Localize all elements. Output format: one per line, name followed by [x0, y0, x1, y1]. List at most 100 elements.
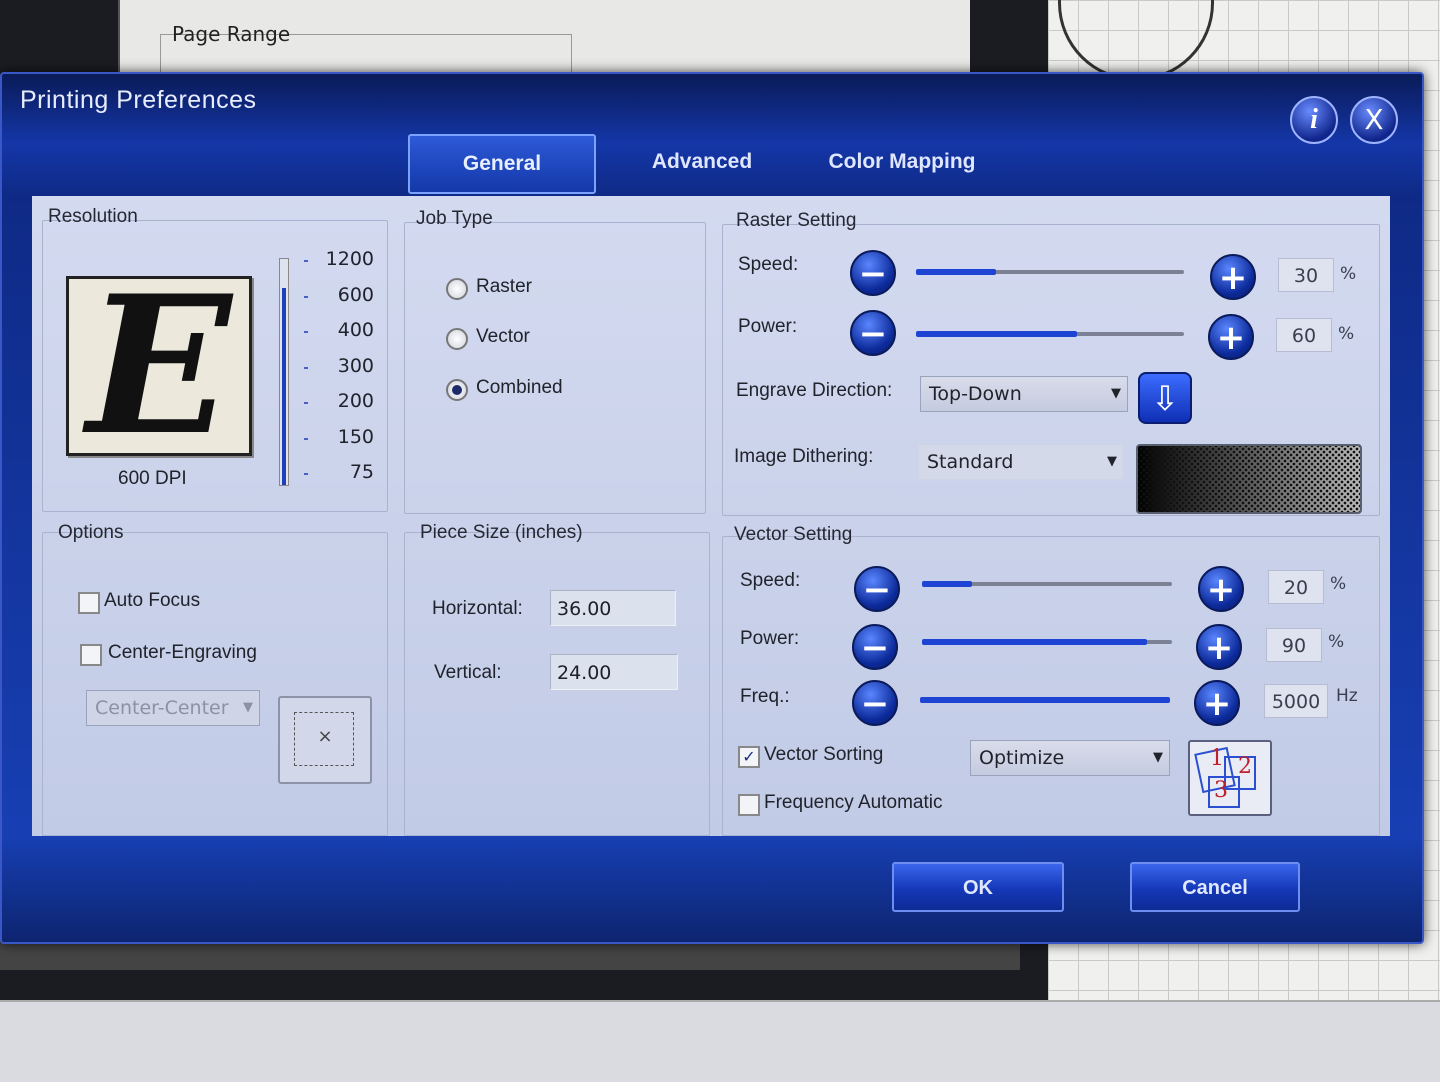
image-dithering-select[interactable]: Standard ▼	[918, 444, 1124, 480]
vector-freq-unit: Hz	[1336, 686, 1358, 706]
printing-preferences-dialog: Printing Preferences i X General Advance…	[0, 72, 1424, 944]
frequency-automatic-label: Frequency Automatic	[764, 792, 943, 813]
raster-power-minus-button[interactable]: −	[850, 310, 896, 356]
vector-sorting-value: Optimize	[979, 747, 1065, 769]
piece-size-label: Piece Size (inches)	[420, 522, 583, 543]
raster-speed-slider[interactable]	[916, 269, 1184, 275]
resolution-level-75[interactable]: 75	[314, 461, 374, 483]
vector-power-minus-button[interactable]: −	[852, 624, 898, 670]
resolution-tick	[304, 402, 308, 404]
tab-advanced[interactable]: Advanced	[622, 134, 782, 190]
vector-power-slider-fill	[922, 639, 1147, 645]
horizontal-input[interactable]: 36.00	[550, 590, 676, 626]
options-label: Options	[58, 522, 124, 543]
raster-speed-plus-button[interactable]: +	[1210, 254, 1256, 300]
vector-sorting-checkbox[interactable]: ✓	[738, 746, 760, 768]
vertical-input[interactable]: 24.00	[550, 654, 678, 690]
chevron-down-icon: ▼	[1107, 454, 1117, 469]
job-type-group	[404, 222, 706, 514]
resolution-tick	[304, 295, 308, 298]
vector-freq-minus-button[interactable]: −	[852, 680, 898, 726]
resolution-tick	[304, 260, 308, 262]
job-type-raster-label: Raster	[476, 276, 532, 297]
dithering-preview	[1136, 444, 1362, 514]
vector-freq-slider-fill	[920, 697, 1170, 703]
raster-speed-minus-button[interactable]: −	[850, 250, 896, 296]
engrave-direction-select[interactable]: Top-Down ▼	[920, 376, 1128, 412]
center-position-select[interactable]: Center-Center ▼	[86, 690, 260, 726]
resolution-label: Resolution	[48, 206, 138, 227]
dialog-title: Printing Preferences	[20, 86, 257, 114]
vector-speed-minus-button[interactable]: −	[854, 566, 900, 612]
job-type-combined-radio[interactable]	[446, 379, 468, 401]
frequency-automatic-checkbox[interactable]	[738, 794, 760, 816]
vector-speed-slider-fill	[922, 581, 972, 587]
image-dithering-value: Standard	[927, 451, 1014, 473]
page-range-label: Page Range	[172, 22, 291, 46]
center-engraving-checkbox[interactable]	[80, 644, 102, 666]
general-panel: Resolution E 600 DPI 1200 600 400 300 200 150…	[32, 196, 1390, 836]
raster-power-value[interactable]: 60	[1276, 318, 1332, 352]
vector-power-label: Power:	[740, 628, 800, 649]
resolution-level-600[interactable]: 600	[314, 284, 374, 306]
vector-power-value[interactable]: 90	[1266, 628, 1322, 662]
vector-speed-unit: %	[1330, 574, 1347, 594]
center-position-icon: ×	[278, 696, 372, 784]
options-group	[42, 532, 388, 836]
resolution-tick	[304, 473, 308, 475]
vector-freq-slider[interactable]	[920, 697, 1170, 703]
resolution-level-200[interactable]: 200	[314, 390, 374, 412]
vector-speed-value[interactable]: 20	[1268, 570, 1324, 604]
raster-speed-value[interactable]: 30	[1278, 258, 1334, 292]
taskbar	[0, 1000, 1440, 1082]
resolution-tick	[304, 366, 308, 369]
auto-focus-label: Auto Focus	[104, 590, 201, 611]
vertical-label: Vertical:	[434, 662, 502, 683]
job-type-combined-label: Combined	[476, 377, 563, 398]
job-type-vector-radio[interactable]	[446, 328, 468, 350]
vector-setting-label: Vector Setting	[734, 524, 853, 545]
resolution-preview-letter: E	[86, 254, 232, 477]
resolution-preview: E	[66, 254, 252, 477]
chevron-down-icon: ▼	[1111, 386, 1121, 401]
tab-color-mapping[interactable]: Color Mapping	[812, 134, 992, 190]
resolution-level-400[interactable]: 400	[314, 319, 374, 341]
center-engraving-label: Center-Engraving	[108, 642, 257, 663]
engrave-direction-value: Top-Down	[929, 383, 1022, 405]
job-type-raster-radio[interactable]	[446, 278, 468, 300]
resolution-level-300[interactable]: 300	[314, 355, 374, 377]
background-scrollbar	[0, 940, 1020, 970]
tab-general[interactable]: General	[408, 134, 596, 194]
arrow-down-icon[interactable]: ⇩	[1138, 372, 1192, 424]
vector-sorting-select[interactable]: Optimize ▼	[970, 740, 1170, 776]
vector-speed-plus-button[interactable]: +	[1198, 566, 1244, 612]
resolution-level-1200[interactable]: 1200	[314, 248, 374, 270]
resolution-slider[interactable]	[279, 258, 289, 486]
image-dithering-label: Image Dithering:	[734, 446, 874, 467]
cancel-button[interactable]: Cancel	[1130, 862, 1300, 912]
tab-bar: General Advanced Color Mapping	[2, 132, 1422, 194]
raster-power-plus-button[interactable]: +	[1208, 314, 1254, 360]
horizontal-label: Horizontal:	[432, 598, 523, 619]
vector-power-slider[interactable]	[922, 639, 1172, 645]
vector-freq-label: Freq.:	[740, 686, 790, 707]
vector-speed-label: Speed:	[740, 570, 801, 591]
vector-power-plus-button[interactable]: +	[1196, 624, 1242, 670]
chevron-down-icon: ▼	[243, 700, 253, 715]
raster-speed-label: Speed:	[738, 254, 799, 275]
vector-speed-slider[interactable]	[922, 581, 1172, 587]
vector-sorting-label: Vector Sorting	[764, 744, 884, 765]
vector-power-unit: %	[1328, 632, 1345, 652]
vector-freq-plus-button[interactable]: +	[1194, 680, 1240, 726]
raster-power-slider[interactable]	[916, 331, 1184, 337]
vector-freq-value[interactable]: 5000	[1264, 684, 1328, 718]
resolution-tick	[304, 437, 308, 440]
job-type-label: Job Type	[416, 208, 493, 229]
center-position-value: Center-Center	[95, 697, 229, 719]
raster-power-label: Power:	[738, 316, 798, 337]
resolution-level-150[interactable]: 150	[314, 426, 374, 448]
raster-speed-slider-fill	[916, 269, 997, 275]
auto-focus-checkbox[interactable]	[78, 592, 100, 614]
vector-sorting-icon[interactable]: 1 2 3	[1188, 740, 1272, 816]
ok-button[interactable]: OK	[892, 862, 1064, 912]
